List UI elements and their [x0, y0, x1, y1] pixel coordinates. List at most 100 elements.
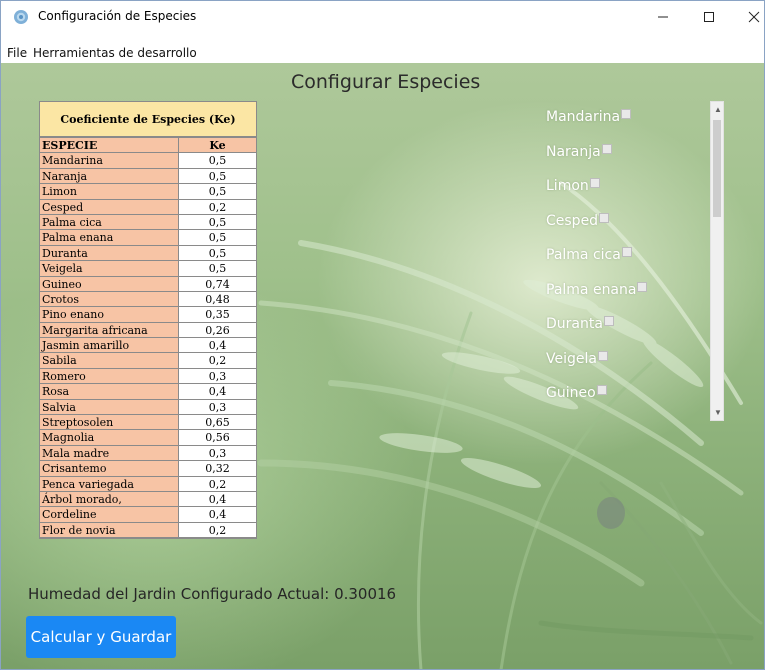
table-row: Limon 0,5 [40, 184, 256, 200]
species-name-cell: Cesped [40, 199, 179, 214]
species-checkbox[interactable] [621, 109, 632, 119]
species-checkbox-item[interactable]: Palma enana [546, 281, 648, 298]
species-checkbox-item[interactable]: Guineo [546, 385, 607, 401]
table-row: Cordeline 0,4 [40, 507, 256, 523]
species-name-cell: Palma enana [40, 230, 179, 245]
maximize-button[interactable] [687, 1, 731, 33]
species-checkbox-label: Palma cica [546, 247, 621, 263]
species-list-scrollbar[interactable]: ▲ ▼ [710, 101, 724, 421]
ke-value-cell: 0,5 [179, 245, 256, 261]
table-row: Mala madre 0,3 [40, 445, 256, 462]
coefficient-table: Coeficiente de Especies (Ke) ESPECIE Ke … [39, 101, 257, 540]
ke-value-cell: 0,3 [179, 368, 256, 384]
species-checkbox-label: Limon [546, 178, 589, 194]
table-row: Naranja 0,5 [40, 168, 256, 185]
table-row: Flor de novia 0,2 [40, 522, 256, 539]
species-name-cell: Streptosolen [40, 415, 179, 430]
species-name-cell: Rosa [40, 384, 179, 399]
ke-value-cell: 0,32 [179, 461, 256, 476]
current-humidity-text: Humedad del Jardin Configurado Actual: 0… [28, 585, 397, 603]
species-checkbox-item[interactable]: Veigela [546, 350, 608, 367]
table-row: Salvia 0,3 [40, 399, 256, 416]
table-row: Romero 0,3 [40, 368, 256, 385]
table-row: Palma enana 0,5 [40, 230, 256, 246]
minimize-button[interactable] [641, 1, 685, 33]
species-checkbox-label: Duranta [546, 316, 603, 332]
coefficient-table-caption: Coeficiente de Especies (Ke) [40, 102, 256, 138]
scroll-down-arrow-icon[interactable]: ▼ [714, 408, 722, 417]
app-window: Configuración de Especies File Herramien… [0, 0, 765, 670]
header-species: ESPECIE [40, 138, 179, 153]
table-row: Cesped 0,2 [40, 199, 256, 215]
table-row: Jasmin amarillo 0,4 [40, 338, 256, 354]
ke-value-cell: 0,5 [179, 153, 256, 168]
ke-value-cell: 0,5 [179, 168, 256, 184]
species-name-cell: Cordeline [40, 507, 179, 522]
scroll-thumb[interactable] [713, 120, 721, 217]
species-name-cell: Sabila [40, 353, 179, 368]
ke-value-cell: 0,5 [179, 184, 256, 199]
window-title: Configuración de Especies [38, 9, 197, 23]
species-checkbox[interactable] [603, 316, 614, 326]
species-name-cell: Árbol morado, [40, 491, 179, 507]
table-row: Mandarina 0,5 [40, 153, 256, 169]
ke-value-cell: 0,5 [179, 261, 256, 276]
species-name-cell: Margarita africana [40, 322, 179, 338]
table-row: Margarita africana 0,26 [40, 322, 256, 339]
species-checkbox[interactable] [589, 178, 600, 188]
ke-value-cell: 0,65 [179, 415, 256, 430]
table-row: Veigela 0,5 [40, 261, 256, 277]
species-checkbox-item[interactable]: Palma cica [546, 247, 632, 263]
species-checkbox-item[interactable]: Limon [546, 178, 600, 194]
ke-value-cell: 0,56 [179, 430, 256, 445]
calculate-and-save-button[interactable]: Calcular y Guardar [26, 616, 176, 658]
species-name-cell: Flor de novia [40, 522, 179, 538]
species-checkbox-item[interactable]: Mandarina [546, 109, 632, 125]
species-checkbox[interactable] [596, 385, 607, 395]
species-name-cell: Palma cica [40, 214, 179, 230]
main-content: Configurar Especies Coeficiente de Espec… [1, 63, 764, 669]
species-checkbox[interactable] [621, 247, 632, 257]
ke-value-cell: 0,26 [179, 322, 256, 338]
species-name-cell: Duranta [40, 245, 179, 261]
species-name-cell: Salvia [40, 399, 179, 415]
menu-file[interactable]: File [7, 46, 27, 60]
species-checkbox[interactable] [601, 143, 612, 154]
close-button[interactable] [732, 1, 764, 33]
species-checkbox-label: Guineo [546, 385, 596, 401]
title-bar[interactable]: Configuración de Especies [1, 1, 764, 33]
species-checkbox[interactable] [637, 281, 648, 292]
species-checkbox-list[interactable]: Mandarina Naranja Limon Cesped Palma cica Pal… [541, 101, 713, 421]
menu-developer-tools[interactable]: Herramientas de desarrollo [33, 46, 197, 60]
ke-value-cell: 0,4 [179, 338, 256, 353]
table-row: Pino enano 0,35 [40, 307, 256, 323]
ke-value-cell: 0,5 [179, 230, 256, 245]
table-row: Rosa 0,4 [40, 384, 256, 400]
species-checkbox-item[interactable]: Cesped [546, 212, 610, 229]
ke-value-cell: 0,4 [179, 507, 256, 522]
minimize-icon [658, 16, 668, 18]
scroll-up-arrow-icon[interactable]: ▲ [714, 105, 722, 114]
species-checkbox-item[interactable]: Naranja [546, 143, 612, 160]
ke-value-cell: 0,4 [179, 384, 256, 399]
species-name-cell: Guineo [40, 276, 179, 291]
ke-value-cell: 0,2 [179, 353, 256, 368]
coefficient-table-header: ESPECIE Ke [40, 138, 256, 154]
header-ke: Ke [179, 138, 256, 153]
species-name-cell: Crisantemo [40, 461, 179, 476]
species-checkbox-label: Palma enana [546, 281, 637, 298]
species-checkbox[interactable] [599, 212, 610, 223]
species-name-cell: Veigela [40, 261, 179, 276]
ke-value-cell: 0,3 [179, 445, 256, 461]
ke-value-cell: 0,2 [179, 476, 256, 491]
species-checkbox-label: Mandarina [546, 109, 621, 125]
species-checkbox[interactable] [597, 350, 608, 361]
species-name-cell: Penca variegada [40, 476, 179, 491]
species-checkbox-item[interactable]: Duranta [546, 316, 614, 332]
page-title: Configurar Especies [291, 71, 481, 93]
species-name-cell: Romero [40, 368, 179, 384]
ke-value-cell: 0,4 [179, 491, 256, 507]
app-icon [14, 10, 28, 24]
species-name-cell: Mandarina [40, 153, 179, 168]
table-row: Sabila 0,2 [40, 353, 256, 369]
